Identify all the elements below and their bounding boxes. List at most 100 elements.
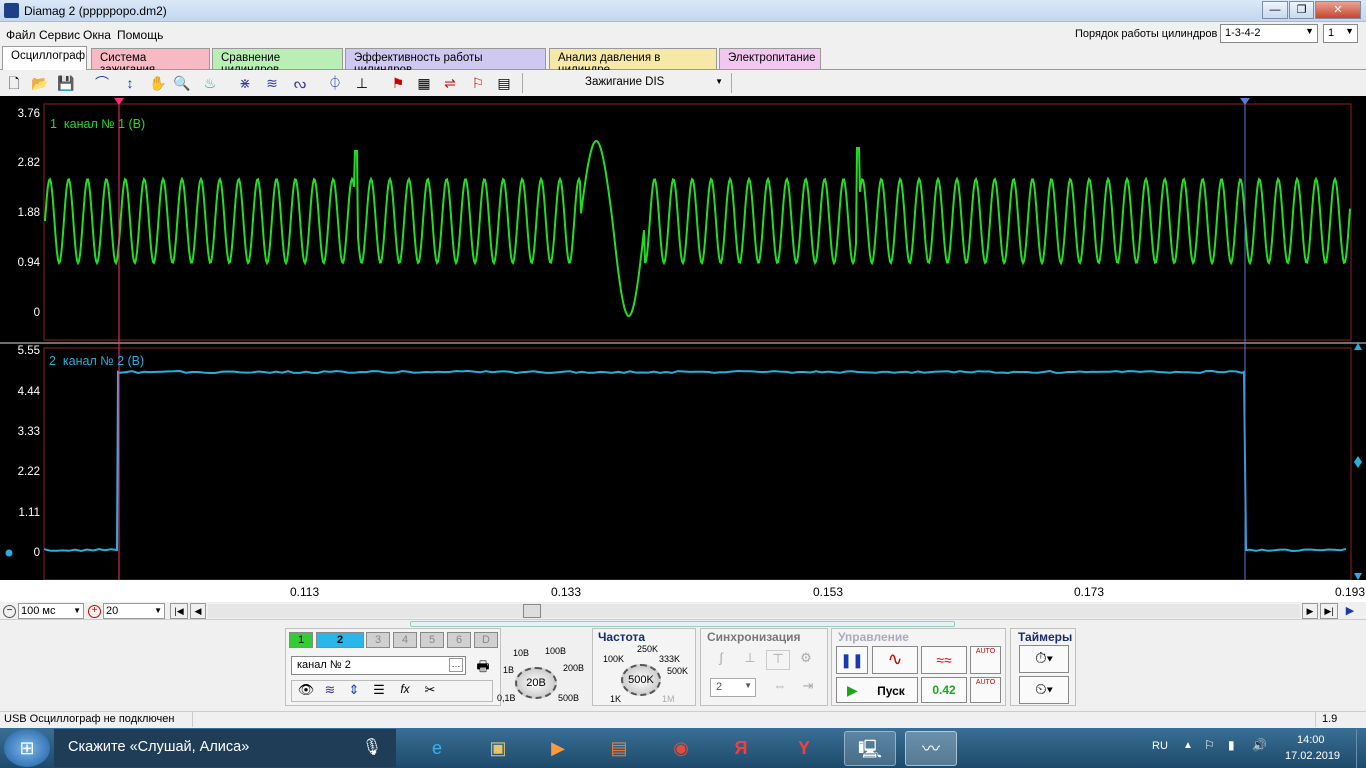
marker-icon[interactable]: ⚑	[388, 73, 408, 93]
sync-channel-select[interactable]: 2 ▼	[710, 678, 756, 697]
sync-expand-icon[interactable]: ⇥	[796, 678, 820, 698]
tray-arrow-icon[interactable]: ▲	[1183, 740, 1193, 751]
sync-edge-up-icon[interactable]: ⊥	[738, 650, 762, 670]
timebase-select[interactable]: 100 мс ▼	[18, 603, 84, 619]
ie-icon[interactable]: e	[411, 731, 463, 766]
menu-windows[interactable]: Окна	[83, 28, 111, 42]
noise-icon[interactable]: ≋	[320, 682, 340, 698]
count-select[interactable]: 20 ▼	[103, 603, 165, 619]
ellipsis-icon[interactable]: …	[449, 658, 463, 672]
remote-desktop-icon[interactable]: 🖳	[844, 731, 896, 766]
close-button[interactable]: ✕	[1315, 1, 1361, 19]
save-icon[interactable]: 💾	[56, 73, 76, 93]
clock-date[interactable]: 17.02.2019	[1285, 750, 1340, 762]
menu-file[interactable]: Файл	[6, 28, 36, 42]
first-page-icon[interactable]: |◀	[170, 603, 188, 619]
zero-icon[interactable]: ⊥	[352, 73, 372, 93]
grid-icon[interactable]: ▦	[414, 73, 434, 93]
sync-edge-down-icon[interactable]: ⊤	[766, 650, 790, 670]
split-icon[interactable]: ⇌	[440, 73, 460, 93]
filter-icon[interactable]: ♨	[200, 73, 220, 93]
cylinder-spin[interactable]: 1 ▼	[1323, 24, 1358, 43]
auto-scale-icon[interactable]: ⏀	[325, 73, 345, 93]
sync-auto-icon[interactable]: ⚙	[794, 650, 818, 670]
play-icon[interactable]: ▶	[1341, 603, 1359, 619]
menu-service[interactable]: Сервис	[39, 28, 80, 42]
channel-button-2[interactable]: 2	[316, 632, 364, 648]
channel-button-5[interactable]: 5	[420, 632, 444, 648]
sync-rise-icon[interactable]: ∫	[709, 650, 733, 670]
volume-icon[interactable]: 🔊	[1252, 738, 1267, 752]
tab-ignition[interactable]: Система зажигания	[91, 48, 210, 69]
next-page-icon[interactable]: ▶	[1302, 603, 1318, 619]
sync-compress-icon[interactable]: ⇔	[768, 678, 792, 698]
sine-icon[interactable]: ∿	[872, 646, 918, 674]
hand-icon[interactable]: ✋	[148, 73, 168, 93]
show-desktop-button[interactable]	[1356, 729, 1366, 768]
flag-icon[interactable]: ⚐	[1204, 738, 1215, 752]
channel-name-field[interactable]: канал № 2 …	[291, 656, 466, 675]
zoom-in-icon[interactable]: +	[88, 605, 101, 618]
voice-search-box[interactable]: Скажите «Слушай, Алиса» 🎙	[54, 729, 396, 767]
language-indicator[interactable]: RU	[1152, 740, 1168, 752]
channel-button-6[interactable]: 6	[447, 632, 471, 648]
maximize-button[interactable]: ❐	[1289, 1, 1314, 19]
lines-icon[interactable]: ☰	[369, 682, 389, 698]
minimize-button[interactable]: —	[1262, 1, 1288, 19]
timer-1-button[interactable]: ⏱▾	[1019, 645, 1069, 673]
auto-run-button[interactable]: AUTO	[970, 677, 1001, 703]
auto-scale-button[interactable]: AUTO	[970, 646, 1001, 674]
multi-wave-icon[interactable]: ≈≈	[921, 646, 967, 674]
waves-icon[interactable]: ≋	[262, 73, 282, 93]
office-icon[interactable]: ▤	[593, 731, 645, 766]
frequency-knob[interactable]: 500K	[621, 664, 661, 696]
new-file-icon[interactable]: 🗋	[4, 73, 24, 93]
channel-button-4[interactable]: 4	[393, 632, 417, 648]
network-icon[interactable]: ▮	[1228, 738, 1235, 752]
oscilloscope-svg[interactable]	[0, 96, 1366, 602]
channel-button-d[interactable]: D	[474, 632, 498, 648]
mode-select[interactable]: Зажигание DIS ▼	[522, 73, 732, 93]
notes-icon[interactable]: ▤	[494, 73, 514, 93]
zoom-icon[interactable]: 🔍	[172, 73, 192, 93]
yandex-browser-icon[interactable]: Y	[778, 731, 830, 766]
flag-icon[interactable]: ⚐	[468, 73, 488, 93]
tab-cylinder-compare[interactable]: Сравнение цилиндров	[212, 48, 343, 69]
explorer-icon[interactable]: ▣	[472, 731, 524, 766]
diamag-taskbar-icon[interactable]: 〰	[905, 731, 957, 766]
timer-2-button[interactable]: ⏲▾	[1019, 676, 1069, 704]
eye-icon[interactable]: 👁	[296, 682, 316, 698]
signal-icon[interactable]: ᔓ	[290, 73, 310, 93]
print-icon[interactable]: 🖶	[472, 656, 494, 676]
yandex-icon[interactable]: Я	[715, 731, 767, 766]
start-button[interactable]: ▶ Пуск	[836, 677, 918, 703]
scrollbar-thumb[interactable]	[523, 604, 541, 618]
tools-icon[interactable]: ✂	[420, 682, 440, 698]
last-page-icon[interactable]: ▶|	[1320, 603, 1338, 619]
cursor-mode-icon[interactable]: ⌒	[92, 73, 112, 93]
measure-icon[interactable]: ↕	[120, 73, 140, 93]
tab-power[interactable]: Электропитание	[719, 48, 821, 69]
tab-oscilloscope[interactable]: Осциллограф	[2, 46, 87, 70]
clock-time[interactable]: 14:00	[1297, 734, 1325, 746]
cylinder-order-select[interactable]: 1-3-4-2 ▼	[1220, 24, 1318, 43]
channel-button-1[interactable]: 1	[289, 632, 313, 648]
fx-icon[interactable]: fx	[395, 682, 415, 696]
scale-icon[interactable]: ⇕	[344, 682, 364, 698]
panel-splitter[interactable]	[410, 621, 955, 627]
prev-page-icon[interactable]: ◀	[190, 603, 206, 619]
menu-help[interactable]: Помощь	[117, 28, 163, 42]
zoom-out-icon[interactable]: −	[3, 605, 16, 618]
chrome-icon[interactable]: ◉	[655, 731, 707, 766]
channel-button-3[interactable]: 3	[366, 632, 390, 648]
tab-pressure-analysis[interactable]: Анализ давления в цилиндре	[549, 48, 717, 69]
tab-cylinder-efficiency[interactable]: Эффективность работы цилиндров	[345, 48, 546, 69]
open-folder-icon[interactable]: 📂	[30, 73, 50, 93]
voltage-knob[interactable]: 20В	[515, 667, 557, 699]
start-menu-button[interactable]: ⊞	[4, 729, 50, 767]
microphone-icon[interactable]: 🎙	[362, 737, 382, 757]
align-icon[interactable]: ⋇	[235, 73, 255, 93]
media-player-icon[interactable]: ▶	[532, 731, 584, 766]
horizontal-scrollbar[interactable]	[208, 604, 1300, 618]
pause-button[interactable]: ❚❚	[836, 646, 868, 674]
